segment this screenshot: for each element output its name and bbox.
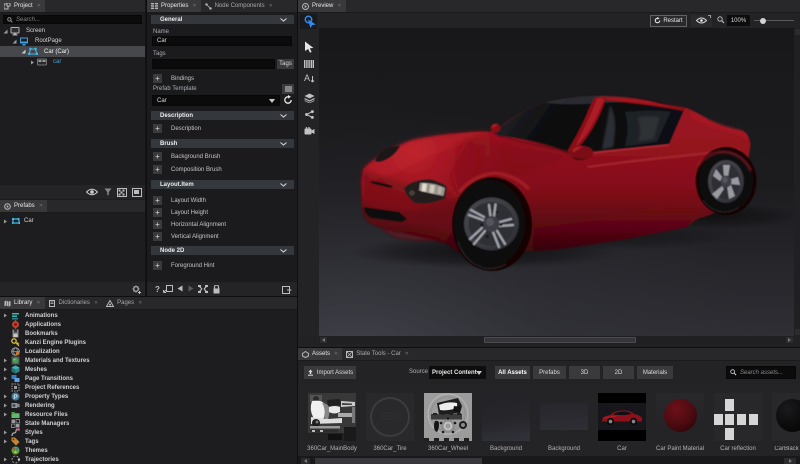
svg-text:A: A: [304, 73, 310, 83]
svg-text:P: P: [13, 394, 18, 401]
